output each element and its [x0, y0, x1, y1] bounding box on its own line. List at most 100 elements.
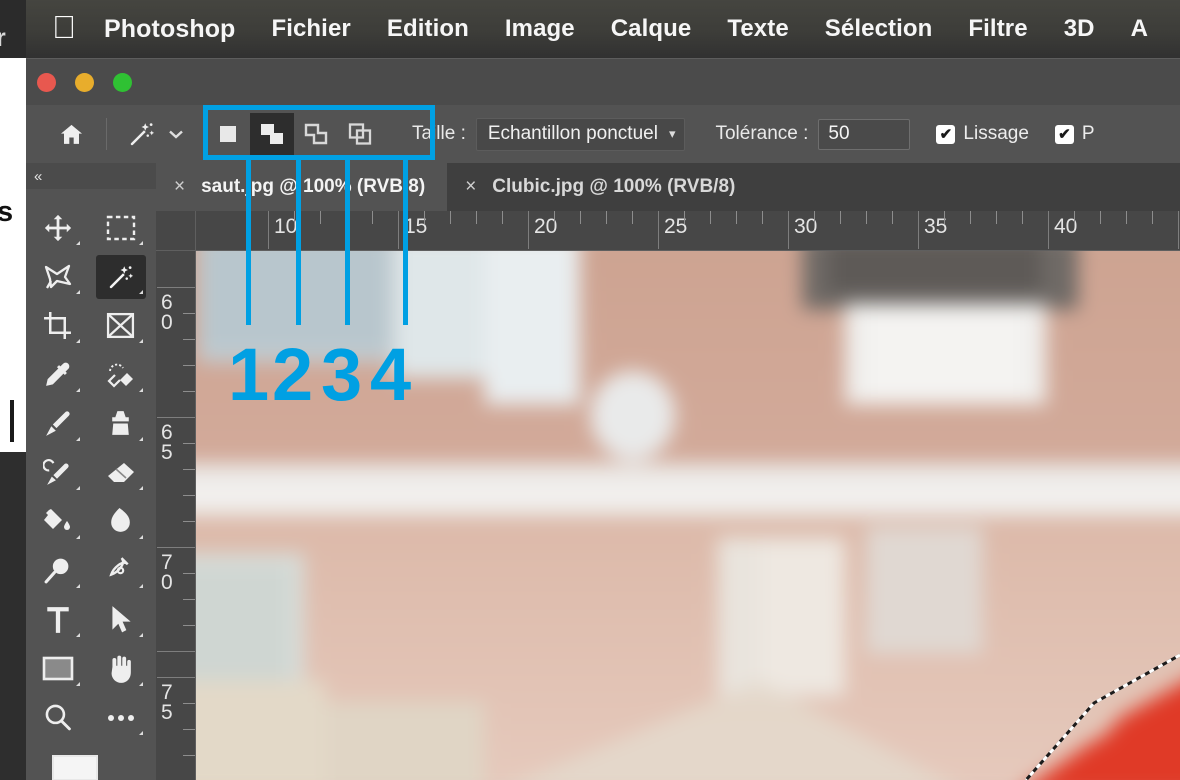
photoshop-window: Taille : Echantillon ponctuel ▾ Toléranc…: [26, 58, 1180, 780]
pen-tool[interactable]: [89, 546, 152, 595]
background-caret: [10, 400, 14, 442]
menu-item-photoshop[interactable]: Photoshop: [104, 15, 235, 44]
sample-size-dropdown[interactable]: Echantillon ponctuel ▾: [475, 117, 686, 151]
double-chevron-left-icon[interactable]: «: [26, 163, 156, 189]
home-icon[interactable]: [54, 120, 88, 148]
background-text-fragment-top: r: [0, 24, 6, 52]
intersect-with-selection-button[interactable]: [338, 113, 382, 155]
zoom-tool[interactable]: [26, 693, 89, 742]
eraser-tool[interactable]: [89, 448, 152, 497]
contiguous-label: P: [1081, 123, 1095, 144]
history-brush-tool[interactable]: [26, 448, 89, 497]
tool-expand-corner: [76, 633, 80, 637]
tool-expand-corner: [139, 290, 143, 294]
tool-expand-corner: [139, 388, 143, 392]
clone-stamp-tool[interactable]: [89, 399, 152, 448]
tool-expand-corner: [139, 535, 143, 539]
tool-expand-corner: [76, 290, 80, 294]
checkbox-checked-icon: ✔: [936, 124, 956, 144]
menu-item-selection[interactable]: Sélection: [825, 15, 933, 43]
tool-expand-corner: [76, 535, 80, 539]
move-tool[interactable]: [26, 203, 89, 252]
chevron-down-icon: ▾: [668, 126, 676, 141]
magic-wand-tool[interactable]: [89, 252, 152, 301]
crop-tool[interactable]: [26, 301, 89, 350]
background-text-fragment-mid: s: [0, 196, 14, 228]
chevron-down-icon[interactable]: [168, 129, 184, 140]
menu-item-calque[interactable]: Calque: [611, 15, 692, 43]
ruler-label-v: 75: [161, 681, 173, 724]
tool-expand-corner: [76, 486, 80, 490]
tool-expand-corner: [76, 437, 80, 441]
horizontal-ruler[interactable]: 10 15 20 25 30 35 40: [196, 211, 1180, 251]
dodge-tool[interactable]: [26, 546, 89, 595]
apple-logo-icon[interactable]: : [52, 11, 76, 43]
subtract-from-selection-button[interactable]: [294, 113, 338, 155]
ruler-label-v: 6060: [161, 291, 173, 334]
ruler-corner[interactable]: [156, 211, 196, 251]
photoshop-screenshot: r s  Photoshop Fichier Edition Image Ca…: [0, 0, 1180, 780]
new-selection-button[interactable]: [206, 113, 250, 155]
tab-saut-jpg[interactable]: × saut.jpg @ 100% (RVB/8): [156, 163, 448, 211]
background-webpage-strip: r s: [0, 0, 26, 780]
tool-expand-corner: [139, 731, 143, 735]
menu-item-filtre[interactable]: Filtre: [968, 15, 1027, 43]
menu-item-edition[interactable]: Edition: [387, 15, 469, 43]
sample-size-value: Echantillon ponctuel: [487, 123, 658, 144]
image-canvas[interactable]: [196, 251, 1180, 780]
eyedropper-tool[interactable]: [26, 350, 89, 399]
smudge-tool[interactable]: [89, 497, 152, 546]
menu-item-texte[interactable]: Texte: [727, 15, 788, 43]
tool-expand-corner: [139, 241, 143, 245]
tool-expand-corner: [139, 486, 143, 490]
foreground-background-color-swatches[interactable]: [52, 755, 106, 780]
tool-expand-corner: [76, 339, 80, 343]
tool-expand-corner: [76, 241, 80, 245]
close-icon[interactable]: ×: [174, 176, 185, 198]
menu-item-affichage[interactable]: A: [1131, 15, 1148, 43]
ruler-label-v: 65: [161, 421, 173, 464]
hand-tool[interactable]: [89, 644, 152, 693]
tolerance-label: Tolérance :: [715, 123, 809, 144]
tool-expand-corner: [139, 437, 143, 441]
path-selection-tool[interactable]: [89, 595, 152, 644]
window-titlebar: [26, 58, 1180, 105]
ruler-label-v: 70: [161, 551, 173, 594]
minimize-button[interactable]: [75, 73, 94, 92]
spot-healing-brush-tool[interactable]: [89, 350, 152, 399]
type-tool[interactable]: [26, 595, 89, 644]
tool-options-bar: Taille : Echantillon ponctuel ▾ Toléranc…: [26, 105, 1180, 163]
macos-menu-bar:  Photoshop Fichier Edition Image Calque…: [26, 0, 1180, 58]
magic-wand-icon[interactable]: [125, 119, 159, 149]
paint-bucket-tool[interactable]: [26, 497, 89, 546]
tool-expand-corner: [139, 584, 143, 588]
zoom-button[interactable]: [113, 73, 132, 92]
tab-label: saut.jpg @ 100% (RVB/8): [201, 176, 426, 197]
brush-tool[interactable]: [26, 399, 89, 448]
background-lower-dark: [0, 452, 26, 780]
lasso-tool[interactable]: [26, 252, 89, 301]
smoothing-checkbox[interactable]: ✔ Lissage: [936, 123, 1029, 145]
menu-item-image[interactable]: Image: [505, 15, 575, 43]
add-to-selection-button[interactable]: [250, 113, 294, 155]
menu-item-3d[interactable]: 3D: [1064, 15, 1095, 43]
tool-expand-corner: [139, 633, 143, 637]
rectangular-marquee-tool[interactable]: [89, 203, 152, 252]
frame-tool[interactable]: [89, 301, 152, 350]
rectangle-tool[interactable]: [26, 644, 89, 693]
contiguous-checkbox[interactable]: ✔ P: [1054, 123, 1095, 145]
close-icon[interactable]: ×: [465, 176, 476, 198]
foreground-color-swatch[interactable]: [52, 755, 98, 780]
marching-ants-selection: [1024, 653, 1180, 780]
tolerance-input[interactable]: 50: [818, 118, 911, 150]
tools-grid: [26, 189, 156, 742]
tab-clubic-jpg[interactable]: × Clubic.jpg @ 100% (RVB/8): [447, 163, 758, 211]
document-area: 10 15 20 25 30 35 40 6 0 6 5 7 0 7 5: [156, 211, 1180, 780]
edit-toolbar-ellipsis-icon[interactable]: [89, 693, 152, 742]
vertical-ruler[interactable]: 6060 65 70 75: [156, 251, 196, 780]
smoothing-label: Lissage: [963, 123, 1029, 144]
menu-item-fichier[interactable]: Fichier: [271, 15, 350, 43]
close-button[interactable]: [37, 73, 56, 92]
selection-mode-group: [206, 113, 382, 155]
window-controls: [37, 73, 132, 92]
